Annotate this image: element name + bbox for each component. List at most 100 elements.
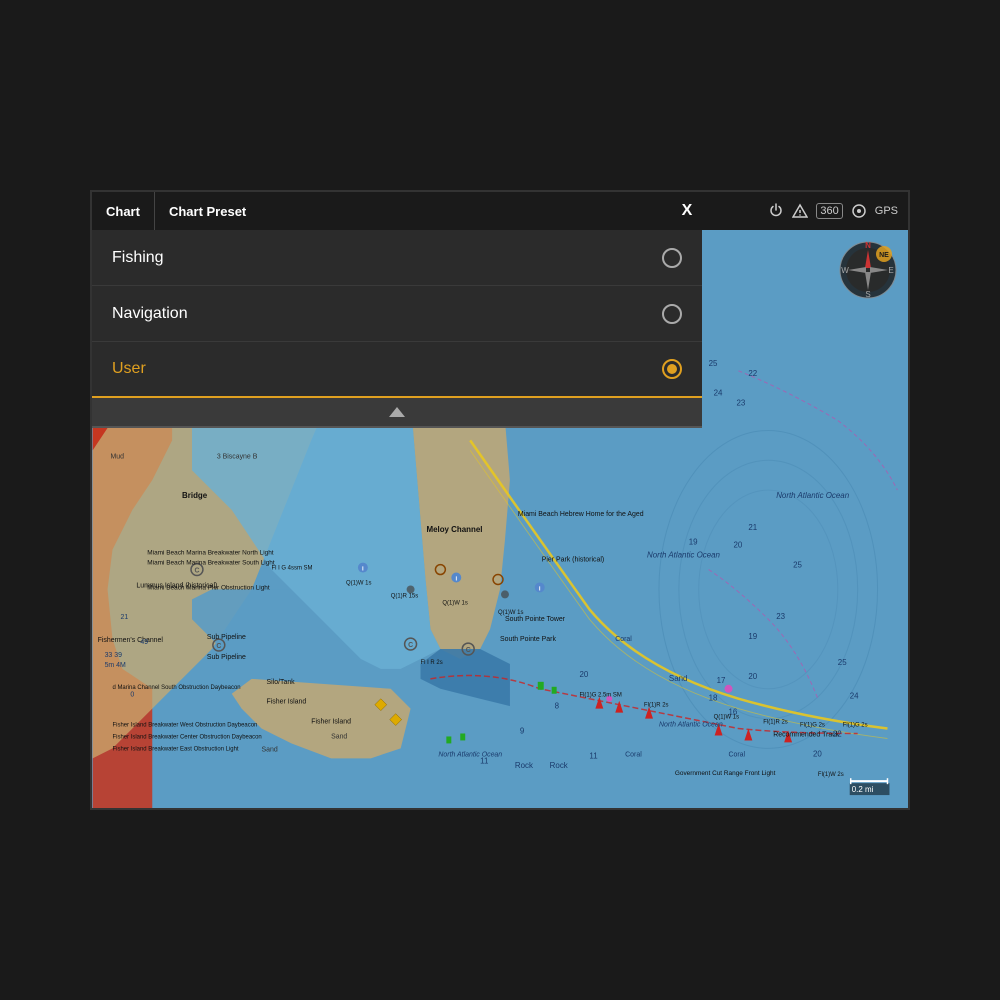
svg-text:Fishermen's Channel: Fishermen's Channel: [98, 637, 164, 644]
compass-widget: N S W E NE: [838, 240, 898, 300]
preset-navigation-radio[interactable]: [662, 304, 682, 324]
svg-text:8: 8: [555, 702, 560, 711]
svg-text:South Pointe Tower: South Pointe Tower: [505, 616, 566, 623]
chart-label: Chart: [92, 192, 155, 230]
svg-text:Fl(1)G 2s: Fl(1)G 2s: [800, 723, 825, 729]
svg-text:17: 17: [717, 676, 726, 685]
svg-text:25: 25: [709, 359, 718, 368]
svg-text:21: 21: [120, 614, 128, 621]
svg-text:Fl(1)R 2s: Fl(1)R 2s: [644, 703, 668, 709]
preset-item-navigation[interactable]: Navigation: [92, 286, 702, 342]
svg-text:Rock: Rock: [550, 761, 568, 770]
svg-text:Coral: Coral: [729, 751, 746, 758]
svg-text:Fl(1)W 2s: Fl(1)W 2s: [818, 772, 844, 778]
svg-text:21: 21: [748, 523, 757, 532]
svg-text:0.2 mi: 0.2 mi: [852, 785, 874, 794]
svg-text:Q(1)W 1s: Q(1)W 1s: [498, 610, 523, 616]
svg-text:Bridge: Bridge: [182, 491, 208, 500]
svg-text:Sand: Sand: [262, 746, 278, 753]
svg-text:18: 18: [709, 694, 718, 703]
svg-text:C: C: [216, 643, 221, 650]
preset-fishing-radio[interactable]: [662, 248, 682, 268]
svg-text:5m 4M: 5m 4M: [105, 662, 126, 669]
target-icon[interactable]: [851, 203, 867, 219]
svg-text:24: 24: [850, 692, 859, 701]
svg-text:Meloy Channel: Meloy Channel: [426, 525, 482, 534]
svg-text:Silo/Tank: Silo/Tank: [267, 679, 296, 686]
preset-fishing-label: Fishing: [112, 249, 164, 267]
svg-text:NE: NE: [879, 252, 889, 259]
chevron-up-icon: [389, 407, 405, 417]
svg-text:19: 19: [748, 632, 757, 641]
svg-text:Q(1)W 1s: Q(1)W 1s: [442, 600, 467, 606]
svg-text:North Atlantic Ocean: North Atlantic Ocean: [438, 751, 502, 758]
preset-item-fishing[interactable]: Fishing: [92, 230, 702, 286]
dropdown-panel: Fishing Navigation User: [92, 230, 702, 428]
svg-text:20: 20: [748, 672, 757, 681]
svg-text:Fisher Island: Fisher Island: [311, 719, 351, 726]
svg-text:Fl(1)G 2.5m SM: Fl(1)G 2.5m SM: [579, 693, 621, 699]
svg-text:Miami Beach Marina Pier Obstru: Miami Beach Marina Pier Obstruction Ligh…: [147, 584, 270, 591]
svg-text:11: 11: [589, 751, 598, 760]
svg-text:24: 24: [714, 389, 723, 398]
preset-user-radio[interactable]: [662, 359, 682, 379]
svg-text:19: 19: [689, 538, 698, 547]
svg-text:North Atlantic Ocean: North Atlantic Ocean: [776, 491, 850, 500]
svg-text:Fisher Island Breakwater West: Fisher Island Breakwater West Obstructio…: [113, 723, 258, 729]
svg-text:Mud: Mud: [111, 453, 125, 460]
svg-text:Fl I G 4ssm SM: Fl I G 4ssm SM: [271, 566, 312, 572]
svg-text:33 39: 33 39: [105, 652, 123, 659]
gps-label: GPS: [875, 205, 898, 217]
svg-text:Sub Pipeline: Sub Pipeline: [207, 654, 246, 661]
svg-text:Rock: Rock: [515, 761, 533, 770]
badge-360[interactable]: 360: [816, 203, 842, 219]
svg-text:Miami Beach Hebrew Home for th: Miami Beach Hebrew Home for the Aged: [518, 511, 644, 518]
power-icon[interactable]: [768, 203, 784, 219]
svg-text:Miami Beach Marina Breakwater: Miami Beach Marina Breakwater North Ligh…: [147, 550, 274, 557]
svg-text:C: C: [194, 568, 199, 575]
svg-text:Recommended Track: Recommended Track: [773, 731, 839, 738]
close-button[interactable]: X: [676, 200, 698, 222]
svg-text:Q(1)R 15s: Q(1)R 15s: [391, 593, 418, 599]
warning-icon[interactable]: [792, 203, 808, 219]
svg-text:Q(1)W 1s: Q(1)W 1s: [346, 580, 371, 586]
svg-text:20: 20: [579, 670, 588, 679]
svg-text:d Marina Channel South Obstruc: d Marina Channel South Obstruction Daybe…: [113, 685, 241, 691]
svg-text:Fisher Island: Fisher Island: [267, 699, 307, 706]
svg-text:Fl(1)R 2s: Fl(1)R 2s: [763, 720, 787, 726]
svg-text:Fl(1)G 2s: Fl(1)G 2s: [843, 723, 868, 729]
svg-text:Pier Park (historical): Pier Park (historical): [542, 557, 604, 564]
svg-text:20: 20: [813, 749, 822, 758]
svg-text:49: 49: [140, 639, 148, 646]
svg-text:North Atlantic Ocean: North Atlantic Ocean: [659, 722, 723, 729]
svg-text:3 Biscayne B: 3 Biscayne B: [217, 453, 258, 460]
svg-text:9: 9: [520, 726, 525, 735]
screen-wrapper: i i i C C C C 25 22 24 23 21 20 19 25 23: [90, 190, 910, 810]
svg-text:Miami Beach Marina Breakwater: Miami Beach Marina Breakwater South Ligh…: [147, 560, 275, 567]
svg-text:20: 20: [733, 541, 742, 550]
top-bar: Chart Chart Preset 360 GPS X: [92, 192, 908, 230]
svg-text:Fisher Island Breakwater East: Fisher Island Breakwater East Obstructio…: [113, 746, 239, 752]
svg-text:Sand: Sand: [669, 674, 688, 683]
svg-text:0: 0: [130, 692, 134, 699]
svg-text:Coral: Coral: [615, 636, 632, 643]
svg-text:Fl I R 2s: Fl I R 2s: [421, 660, 443, 666]
svg-text:25: 25: [838, 658, 847, 667]
svg-text:Q(1)W 1s: Q(1)W 1s: [714, 715, 739, 721]
svg-text:Sub Pipeline: Sub Pipeline: [207, 634, 246, 641]
svg-text:25: 25: [793, 561, 802, 570]
svg-text:C: C: [408, 642, 413, 649]
collapse-button[interactable]: [92, 398, 702, 426]
svg-text:W: W: [841, 266, 849, 275]
svg-text:Fisher Island Breakwater Cente: Fisher Island Breakwater Center Obstruct…: [113, 734, 262, 740]
preset-user-label: User: [112, 360, 146, 378]
svg-text:22: 22: [748, 369, 757, 378]
svg-text:N: N: [865, 241, 871, 250]
svg-text:South Pointe Park: South Pointe Park: [500, 636, 556, 643]
svg-text:E: E: [888, 266, 893, 275]
svg-text:23: 23: [776, 612, 785, 621]
svg-text:North Atlantic Ocean: North Atlantic Ocean: [647, 551, 721, 560]
svg-text:Government Cut Range Front Lig: Government Cut Range Front Light: [675, 770, 776, 777]
preset-item-user[interactable]: User: [92, 342, 702, 398]
svg-text:S: S: [865, 290, 870, 299]
